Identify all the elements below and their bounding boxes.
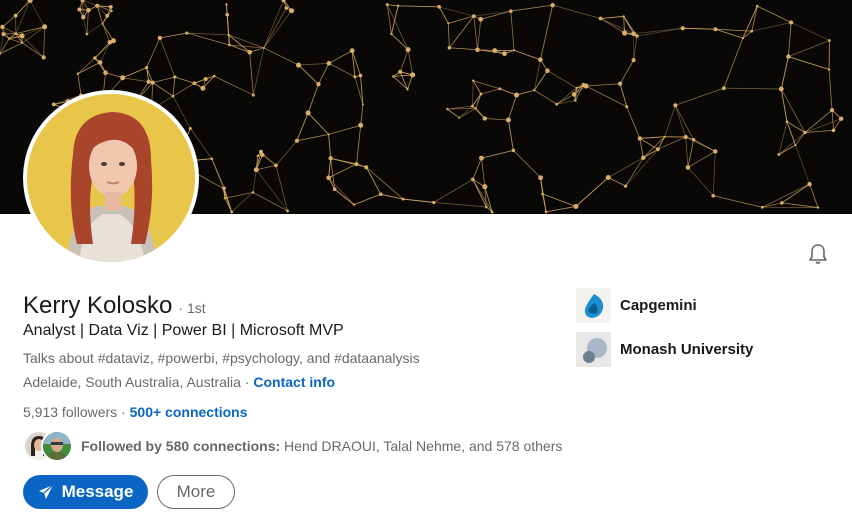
connection-degree: · 1st [178,300,206,316]
mutual-connection-avatars [23,430,75,462]
talks-about: Talks about #dataviz, #powerbi, #psychol… [23,350,420,366]
monash-logo-icon [576,332,611,367]
followed-by-row[interactable]: Followed by 580 connections: Hend DRAOUI… [23,430,562,462]
profile-photo[interactable] [23,90,199,266]
name-row: Kerry Kolosko · 1st [23,292,206,320]
connections-link[interactable]: 500+ connections [130,404,248,420]
paper-plane-icon [38,484,53,499]
stats-row: 5,913 followers · 500+ connections [23,404,248,420]
followed-by-names: Hend DRAOUI, Talal Nehme, and 578 others [280,438,563,454]
location: Adelaide, South Australia, Australia [23,374,241,390]
followed-by-text: Followed by 580 connections: Hend DRAOUI… [81,438,562,454]
more-button[interactable]: More [157,475,235,509]
message-label: Message [61,482,134,501]
profile-headline: Analyst | Data Viz | Power BI | Microsof… [23,322,344,339]
portrait-image [27,94,195,262]
org-name: Capgemini [620,297,697,314]
avatar [41,430,73,462]
org-item-monash[interactable]: Monash University [576,332,753,367]
bell-icon[interactable] [806,242,830,266]
profile-name: Kerry Kolosko [23,292,173,319]
contact-info-link[interactable]: Contact info [253,374,335,390]
org-item-capgemini[interactable]: Capgemini [576,288,697,323]
avatar [27,94,195,262]
followed-by-count: Followed by 580 connections: [81,438,281,454]
capgemini-logo-icon [576,288,611,323]
location-separator: · [240,374,254,390]
message-button[interactable]: Message [23,475,148,509]
connections-separator: · [117,404,130,420]
followers-count: 5,913 followers [23,404,118,420]
location-row: Adelaide, South Australia, Australia · C… [23,374,335,390]
org-name: Monash University [620,341,754,358]
